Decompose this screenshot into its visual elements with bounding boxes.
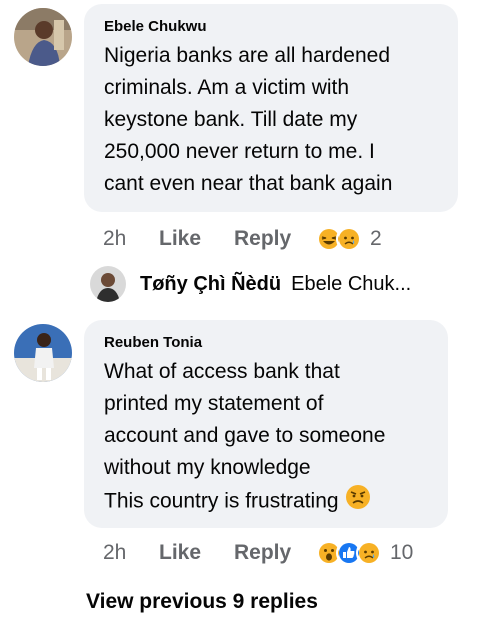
- reply-snippet: Ebele Chuk...: [291, 272, 412, 295]
- comment-time[interactable]: 2h: [103, 227, 159, 251]
- comment-actions: 2h Like Reply 2: [103, 226, 382, 252]
- comment-bubble: Reuben Tonia What of access bank that pr…: [84, 320, 448, 528]
- comment-author[interactable]: Reuben Tonia: [104, 334, 434, 352]
- comment-author[interactable]: Ebele Chukwu: [104, 18, 444, 36]
- reply-button[interactable]: Reply: [234, 227, 316, 251]
- avatar-ebele-chukwu[interactable]: [14, 8, 72, 66]
- reply-preview[interactable]: Tøñy Çhì Ñèdü Ebele Chuk...: [90, 266, 411, 302]
- reaction-count[interactable]: 2: [370, 227, 382, 251]
- avatar-reuben-tonia[interactable]: [14, 324, 72, 382]
- comment-text: Nigeria banks are all hardened criminals…: [104, 44, 393, 195]
- reaction-count[interactable]: 10: [390, 541, 413, 565]
- comment-time[interactable]: 2h: [103, 541, 159, 565]
- like-button[interactable]: Like: [159, 541, 234, 565]
- reply-author-name[interactable]: Tøñy Çhì Ñèdü: [140, 273, 281, 296]
- comment-text: What of access bank that printed my stat…: [104, 360, 386, 513]
- avatar-reply-author: [90, 266, 126, 302]
- comment-bubble: Ebele Chukwu Nigeria banks are all harde…: [84, 4, 458, 212]
- angry-face-icon: [345, 484, 371, 520]
- reaction-summary[interactable]: [316, 540, 382, 566]
- comment-actions: 2h Like Reply 10: [103, 540, 413, 566]
- like-button[interactable]: Like: [159, 227, 234, 251]
- sad-icon: [356, 540, 382, 566]
- sad-icon: [336, 226, 362, 252]
- view-previous-replies-link[interactable]: View previous 9 replies: [86, 590, 318, 614]
- reaction-summary[interactable]: [316, 226, 362, 252]
- reply-button[interactable]: Reply: [234, 541, 316, 565]
